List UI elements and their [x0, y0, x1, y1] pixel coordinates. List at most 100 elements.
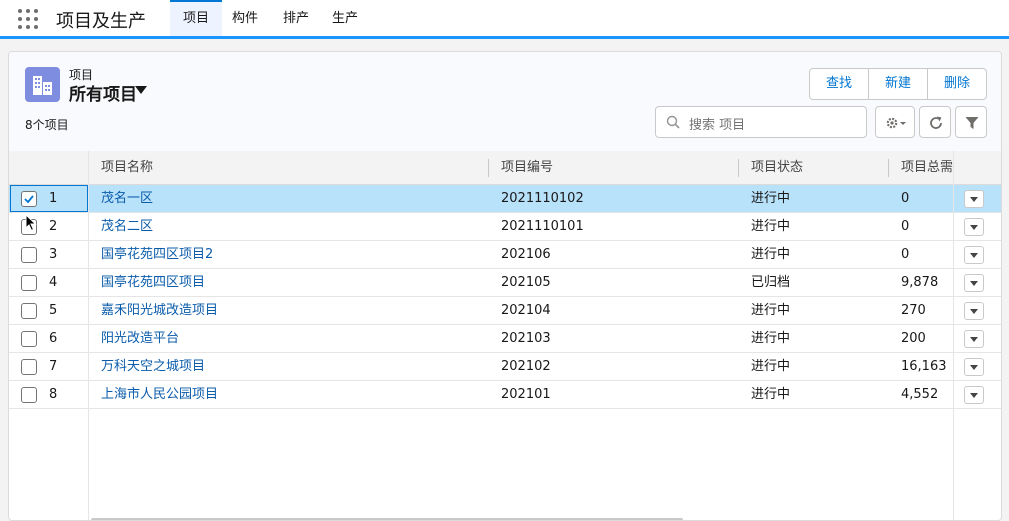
chevron-down-icon: [970, 365, 978, 370]
row-actions-button[interactable]: [964, 274, 984, 292]
tab-projects[interactable]: 项目: [170, 0, 223, 36]
row-number: 1: [49, 191, 58, 206]
new-button[interactable]: 新建: [868, 69, 927, 99]
search-icon: [666, 115, 680, 129]
project-status: 进行中: [751, 303, 791, 318]
delete-button[interactable]: 删除: [927, 69, 986, 99]
project-name-link[interactable]: 茂名二区: [101, 213, 481, 240]
project-status: 已归档: [751, 275, 791, 290]
row-actions-button[interactable]: [964, 386, 984, 404]
row-checkbox[interactable]: [21, 359, 37, 375]
project-name-link[interactable]: 茂名一区: [101, 185, 481, 212]
project-total: 200: [901, 331, 926, 346]
search-input[interactable]: 搜索 项目: [655, 106, 867, 138]
project-code: 202104: [501, 303, 551, 318]
search-placeholder: 搜索 项目: [689, 118, 746, 133]
project-code: 202101: [501, 387, 551, 402]
chevron-down-icon: [970, 393, 978, 398]
row-checkbox[interactable]: [21, 387, 37, 403]
table-row[interactable]: 4 国亭花苑四区项目 202105 已归档 9,878: [9, 269, 1001, 297]
project-total: 4,552: [901, 387, 939, 402]
table-row[interactable]: 8 上海市人民公园项目 202101 进行中 4,552: [9, 381, 1001, 409]
project-code: 202103: [501, 331, 551, 346]
table-row[interactable]: 3 国亭花苑四区项目2 202106 进行中 0: [9, 241, 1001, 269]
column-header-code[interactable]: 项目编号: [501, 151, 553, 184]
chevron-down-icon: [970, 225, 978, 230]
refresh-icon: [930, 116, 942, 129]
action-button-group: 查找 新建 删除: [809, 68, 988, 100]
project-total: 16,163: [901, 359, 947, 374]
project-status: 进行中: [751, 359, 791, 374]
row-number: 8: [49, 387, 58, 402]
tab-scheduling[interactable]: 排产: [270, 0, 322, 36]
grid-divider: [953, 151, 954, 520]
tab-production[interactable]: 生产: [319, 0, 371, 36]
chevron-down-icon: [970, 281, 978, 286]
filter-button[interactable]: [955, 106, 987, 138]
chevron-down-icon: [970, 197, 978, 202]
table-row[interactable]: 6 阳光改造平台 202103 进行中 200: [9, 325, 1001, 353]
table-row[interactable]: 2 茂名二区 2021110101 进行中 0: [9, 213, 1001, 241]
project-status: 进行中: [751, 219, 791, 234]
row-number: 2: [49, 219, 58, 234]
find-button[interactable]: 查找: [810, 69, 868, 99]
filter-icon: [965, 117, 979, 129]
table-row[interactable]: 1 茂名一区 2021110102 进行中 0: [9, 185, 1001, 213]
app-nav-bar: 项目及生产 项目 构件 排产 生产: [0, 0, 1009, 39]
list-settings-button[interactable]: [875, 106, 915, 138]
gear-icon: [886, 117, 906, 129]
tab-components[interactable]: 构件: [219, 0, 271, 36]
project-status: 进行中: [751, 247, 791, 262]
project-total: 0: [901, 191, 910, 206]
column-divider[interactable]: [738, 159, 739, 177]
app-name: 项目及生产: [56, 11, 146, 32]
chevron-down-icon: [970, 337, 978, 342]
chevron-down-icon: [970, 253, 978, 258]
project-total: 0: [901, 247, 910, 262]
row-actions-button[interactable]: [964, 218, 984, 236]
row-checkbox[interactable]: [21, 331, 37, 347]
project-total: 0: [901, 219, 910, 234]
project-name-link[interactable]: 国亭花苑四区项目: [101, 269, 481, 296]
column-divider[interactable]: [888, 159, 889, 177]
project-code: 202105: [501, 275, 551, 290]
project-name-link[interactable]: 嘉禾阳光城改造项目: [101, 297, 481, 324]
item-count: 8个项目: [25, 118, 69, 132]
checkmark-icon: [24, 195, 34, 204]
row-checkbox[interactable]: [21, 191, 37, 207]
chevron-down-icon[interactable]: [135, 86, 147, 94]
row-actions-button[interactable]: [964, 330, 984, 348]
column-divider[interactable]: [488, 159, 489, 177]
chevron-down-icon: [970, 309, 978, 314]
column-header-name[interactable]: 项目名称: [101, 151, 153, 184]
project-name-link[interactable]: 万科天空之城项目: [101, 353, 481, 380]
row-actions-button[interactable]: [964, 358, 984, 376]
project-name-link[interactable]: 国亭花苑四区项目2: [101, 241, 481, 268]
project-code: 2021110101: [501, 219, 584, 234]
row-actions-button[interactable]: [964, 302, 984, 320]
nav-accent-bar: [0, 36, 1009, 39]
project-code: 202102: [501, 359, 551, 374]
row-number: 7: [49, 359, 58, 374]
project-name-link[interactable]: 阳光改造平台: [101, 325, 481, 352]
table-row[interactable]: 5 嘉禾阳光城改造项目 202104 进行中 270: [9, 297, 1001, 325]
row-checkbox[interactable]: [21, 247, 37, 263]
list-view-name[interactable]: 所有项目: [69, 80, 137, 105]
row-checkbox[interactable]: [21, 303, 37, 319]
row-actions-button[interactable]: [964, 246, 984, 264]
column-header-status[interactable]: 项目状态: [751, 151, 803, 184]
building-icon: [25, 67, 60, 102]
project-name-link[interactable]: 上海市人民公园项目: [101, 381, 481, 408]
project-status: 进行中: [751, 191, 791, 206]
grid-divider: [88, 151, 89, 520]
row-number: 5: [49, 303, 58, 318]
app-launcher-icon[interactable]: [18, 9, 38, 29]
project-code: 202106: [501, 247, 551, 262]
row-actions-button[interactable]: [964, 190, 984, 208]
row-checkbox[interactable]: [21, 275, 37, 291]
column-header-total[interactable]: 项目总需: [901, 151, 953, 184]
row-number: 3: [49, 247, 58, 262]
table-row[interactable]: 7 万科天空之城项目 202102 进行中 16,163: [9, 353, 1001, 381]
refresh-button[interactable]: [919, 106, 951, 138]
project-total: 270: [901, 303, 926, 318]
